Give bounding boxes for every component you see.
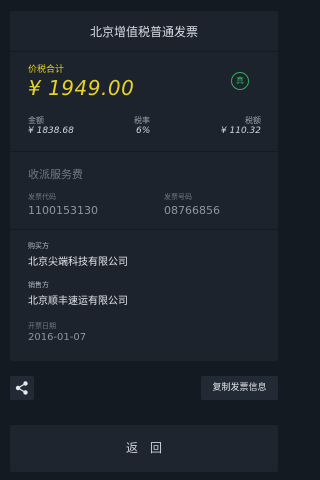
invoice-card: 北京增值税普通发票 价税合计 ¥ 1949.00 真 金额 ¥ 1838.68 … [10, 11, 278, 361]
seller-name: 北京顺丰速运有限公司 [28, 296, 128, 307]
total-label: 价税合计 [28, 65, 65, 75]
buyer-name: 北京尖端科技有限公司 [28, 257, 128, 268]
tax-amount-label: 税额 [245, 116, 261, 125]
authentic-badge: 真 [231, 72, 249, 90]
service-type: 收派服务费 [28, 168, 83, 181]
tax-amount-value: ¥ 110.32 [220, 126, 261, 136]
title-divider [10, 51, 278, 52]
back-button[interactable]: 返回 [10, 425, 278, 472]
date-label: 开票日期 [28, 322, 56, 330]
buyer-label: 购买方 [28, 242, 49, 250]
share-icon [15, 381, 28, 395]
invoice-number-label: 发票号码 [164, 193, 192, 201]
invoice-number: 08766856 [164, 204, 220, 217]
share-button[interactable] [10, 376, 34, 400]
invoice-detail-page: 北京增值税普通发票 价税合计 ¥ 1949.00 真 金额 ¥ 1838.68 … [0, 0, 288, 480]
amount-divider [10, 151, 278, 152]
tax-rate-label: 税率 [134, 116, 150, 125]
total-amount: ¥ 1949.00 [28, 76, 135, 100]
invoice-code: 1100153130 [28, 204, 98, 217]
amount-value: ¥ 1838.68 [28, 126, 74, 136]
invoice-code-label: 发票代码 [28, 193, 56, 201]
invoice-date: 2016-01-07 [28, 332, 87, 343]
copy-invoice-info-button[interactable]: 复制发票信息 [201, 376, 278, 400]
code-divider [10, 229, 278, 230]
seller-label: 销售方 [28, 281, 49, 289]
amount-label: 金额 [28, 116, 44, 125]
tax-rate-value: 6% [136, 126, 151, 136]
invoice-title: 北京增值税普通发票 [89, 25, 198, 39]
